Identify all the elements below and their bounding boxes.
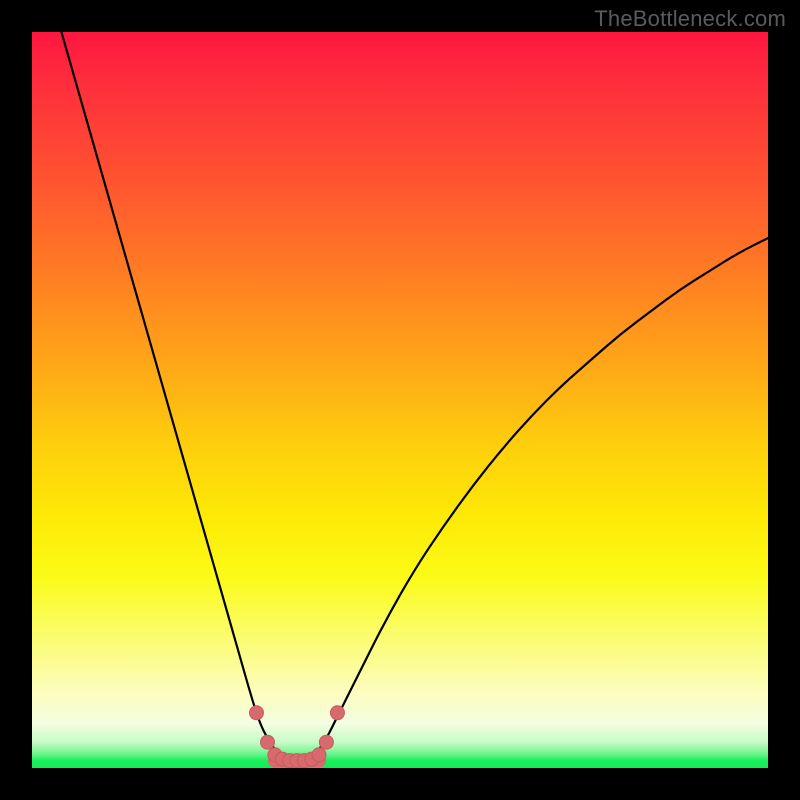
marker-dot [261,735,275,749]
marker-dot [312,748,326,762]
bottleneck-curve [61,32,768,761]
chart-frame: TheBottleneck.com [0,0,800,800]
plot-area [32,32,768,768]
watermark-text: TheBottleneck.com [594,6,786,32]
curve-layer [32,32,768,768]
highlighted-points [249,706,344,768]
marker-dot [249,706,263,720]
marker-dot [319,735,333,749]
marker-dot [330,706,344,720]
